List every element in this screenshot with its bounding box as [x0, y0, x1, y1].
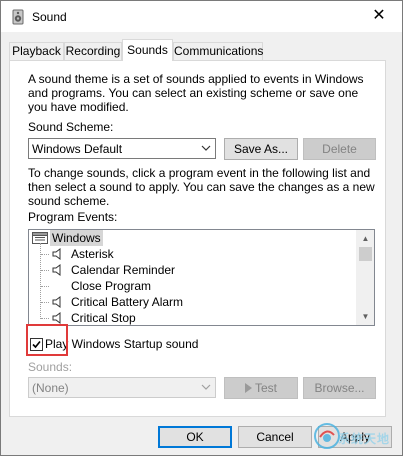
scheme-description: A sound theme is a set of sounds applied…	[28, 72, 364, 114]
apply-button[interactable]: Apply	[318, 426, 392, 448]
list-item-label: Calendar Reminder	[71, 263, 176, 277]
tab-sounds[interactable]: Sounds	[122, 39, 173, 61]
tree-branch	[41, 270, 49, 271]
scroll-down-icon[interactable]: ▼	[357, 308, 374, 325]
sound-dialog: Sound ✕ Playback Recording Sounds Commun…	[0, 0, 403, 456]
list-item-critical-stop[interactable]: Critical Stop	[29, 310, 358, 325]
speaker-icon	[52, 264, 61, 276]
startup-sound-label[interactable]: Play Windows Startup sound	[45, 337, 198, 351]
play-icon	[244, 383, 252, 393]
speaker-icon	[52, 312, 61, 324]
speaker-icon	[52, 296, 61, 308]
vertical-scrollbar[interactable]: ▲ ▼	[356, 230, 374, 325]
list-item-close-program[interactable]: Close Program	[29, 278, 358, 294]
chevron-down-icon	[201, 384, 211, 390]
tree-branch	[41, 302, 49, 303]
test-button-label: Test	[254, 381, 277, 395]
list-item-windows[interactable]: Windows	[29, 230, 358, 246]
save-as-button[interactable]: Save As...	[224, 138, 298, 160]
sound-select[interactable]: (None)	[28, 377, 216, 398]
sound-select-value: (None)	[32, 381, 69, 395]
window-title: Sound	[32, 10, 67, 24]
sounds-label: Sounds:	[28, 360, 73, 374]
ok-button[interactable]: OK	[158, 426, 232, 448]
speaker-icon	[12, 9, 24, 25]
tree-branch	[41, 254, 49, 255]
scroll-thumb[interactable]	[359, 247, 372, 261]
speaker-icon	[52, 248, 61, 260]
test-button[interactable]: Test	[224, 377, 298, 399]
list-item-critical-battery-alarm[interactable]: Critical Battery Alarm	[29, 294, 358, 310]
chevron-down-icon	[201, 145, 211, 151]
list-item-asterisk[interactable]: Asterisk	[29, 246, 358, 262]
list-item-label: Close Program	[71, 279, 152, 293]
browse-button[interactable]: Browse...	[303, 377, 376, 399]
close-button[interactable]: ✕	[356, 1, 402, 32]
title-bar: Sound ✕	[1, 1, 402, 32]
list-item-calendar-reminder[interactable]: Calendar Reminder	[29, 262, 358, 278]
list-item-label: Windows	[50, 230, 103, 246]
sounds-panel: A sound theme is a set of sounds applied…	[9, 60, 386, 417]
startup-sound-checkbox[interactable]	[30, 338, 43, 351]
sound-scheme-label: Sound Scheme:	[28, 120, 114, 134]
sound-scheme-value: Windows Default	[32, 142, 123, 156]
checkmark-icon	[32, 340, 41, 349]
list-item-label: Critical Battery Alarm	[71, 295, 184, 309]
delete-button[interactable]: Delete	[303, 138, 376, 160]
list-item-label: Critical Stop	[71, 311, 136, 325]
sound-scheme-select[interactable]: Windows Default	[28, 138, 216, 159]
cancel-button[interactable]: Cancel	[238, 426, 312, 448]
program-events-rows: Windows Asterisk Calendar Reminder Close…	[29, 230, 358, 325]
program-events-list[interactable]: Windows Asterisk Calendar Reminder Close…	[28, 229, 375, 326]
tree-branch	[41, 286, 49, 287]
program-events-label: Program Events:	[28, 210, 118, 224]
scroll-up-icon[interactable]: ▲	[357, 230, 374, 247]
tree-branch	[41, 318, 49, 319]
tab-communications[interactable]: Communications	[173, 42, 263, 60]
close-icon: ✕	[372, 7, 386, 24]
tab-playback[interactable]: Playback	[9, 42, 64, 60]
tab-recording[interactable]: Recording	[64, 42, 122, 60]
instructions-text: To change sounds, click a program event …	[28, 166, 375, 208]
list-item-label: Asterisk	[71, 247, 114, 261]
